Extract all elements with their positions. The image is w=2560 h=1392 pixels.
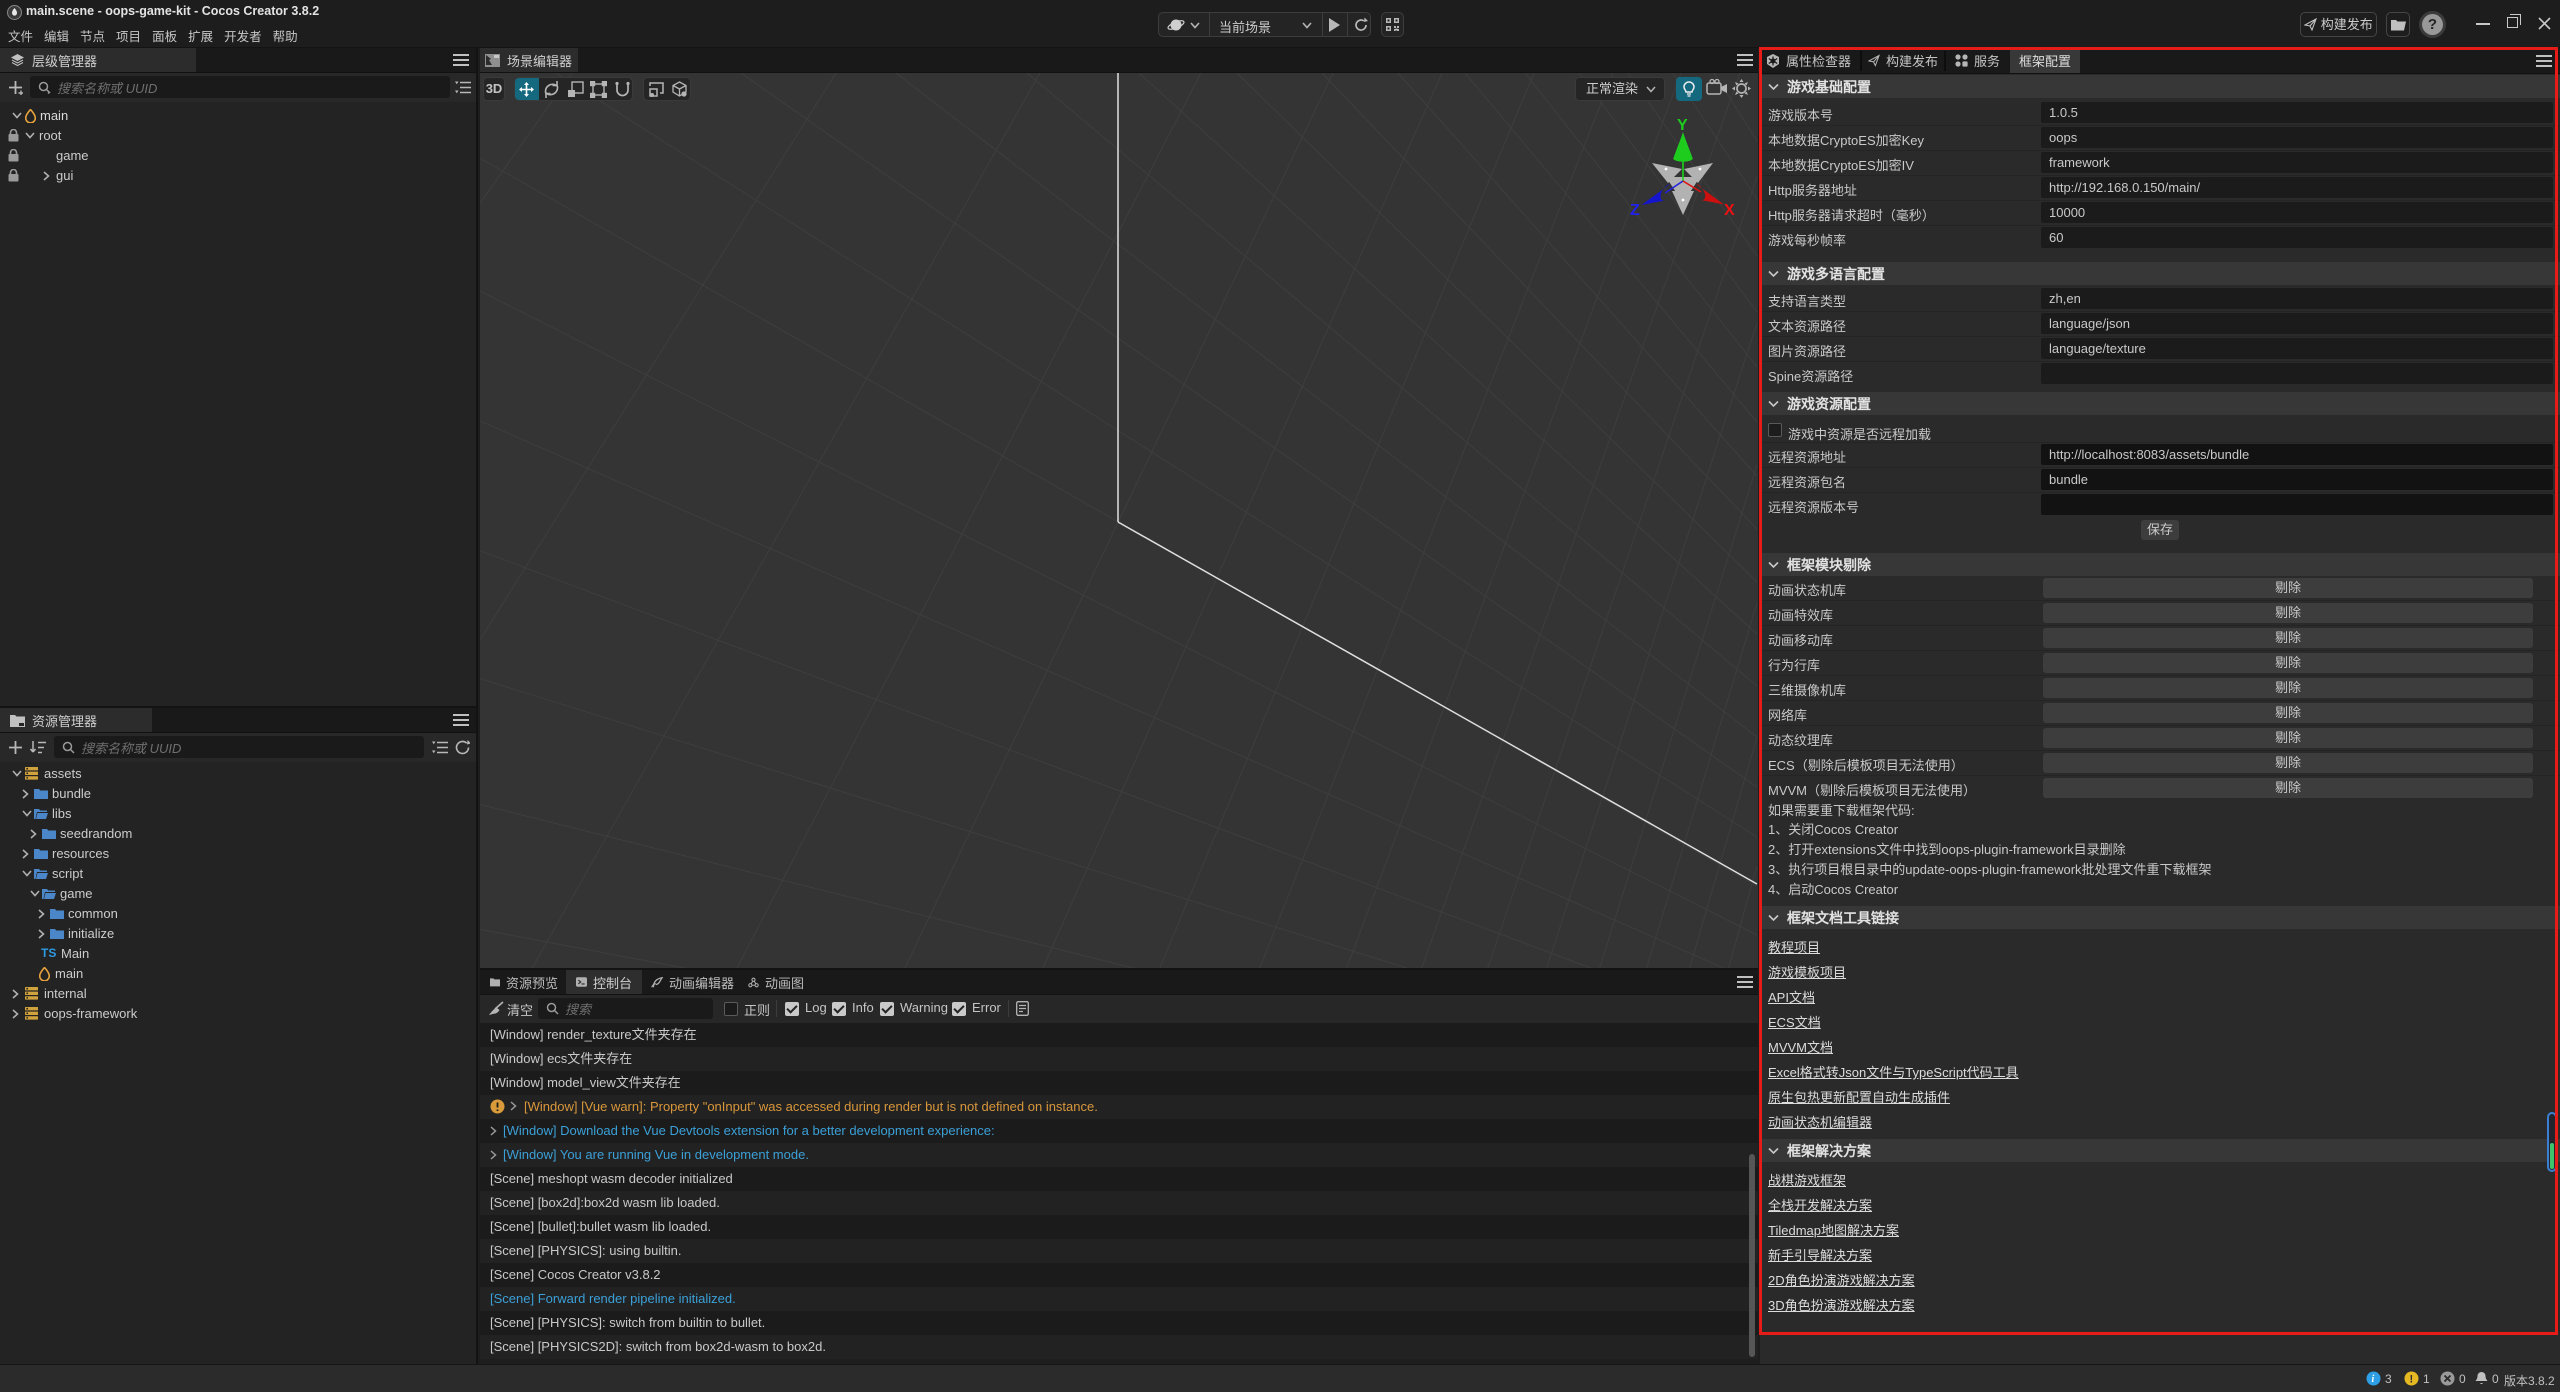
svg-text:i: i	[2372, 1374, 2375, 1385]
svg-text:Z: Z	[1630, 202, 1640, 219]
svg-text:Y: Y	[1677, 117, 1688, 134]
svg-text:X: X	[1724, 202, 1735, 219]
svg-text:!: !	[2410, 1374, 2414, 1386]
